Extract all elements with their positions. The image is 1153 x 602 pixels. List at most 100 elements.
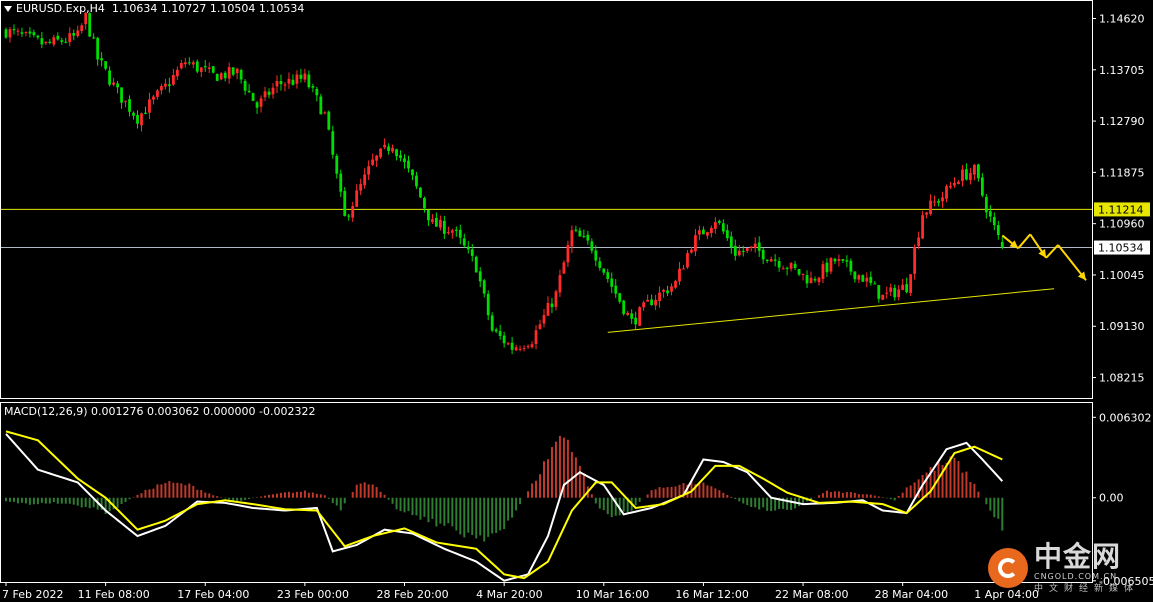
- candle-body: [980, 177, 984, 196]
- candle-body: [865, 277, 869, 282]
- candle-body: [769, 259, 773, 262]
- candle-body: [737, 250, 741, 256]
- candle-body: [996, 225, 1000, 236]
- candle-body: [945, 186, 948, 199]
- candle-body: [873, 283, 877, 285]
- candle-body: [630, 313, 634, 319]
- candle-body: [984, 196, 988, 213]
- candle-body: [578, 230, 582, 237]
- symbol-label: EURUSD.Exp,H4: [16, 2, 105, 15]
- candle-body: [211, 66, 215, 73]
- candle-body: [538, 324, 542, 329]
- ohlc-header: EURUSD.Exp,H4 1.10634 1.10727 1.10504 1.…: [4, 2, 304, 15]
- candle-body: [438, 219, 442, 228]
- candle-body: [821, 264, 825, 279]
- candle-body: [92, 37, 96, 39]
- price-chart[interactable]: 1.14620 1.13705 1.12790 1.11875 1.10960 1.100…: [0, 0, 1153, 602]
- candle-body: [729, 236, 733, 248]
- candle-body: [267, 91, 271, 96]
- candle-body: [474, 256, 478, 273]
- candle-body: [801, 273, 805, 275]
- candle-body: [841, 259, 845, 261]
- candle-body: [674, 280, 677, 288]
- candle-body: [582, 235, 586, 237]
- watermark-domain: CNGOLD.COM.CN: [1033, 572, 1118, 581]
- candle-body: [355, 190, 359, 207]
- resistance-price-label: 1.11214: [1098, 203, 1144, 216]
- candle-body: [502, 335, 506, 344]
- candle-body: [271, 87, 275, 95]
- candle-body: [80, 25, 84, 32]
- price-tick-label: 1.12790: [1099, 115, 1145, 128]
- candle-body: [311, 86, 315, 88]
- candle-body: [363, 174, 367, 186]
- candle-body: [845, 260, 849, 262]
- candle-body: [152, 96, 155, 100]
- candle-body: [315, 88, 319, 96]
- watermark: 中金网 CNGOLD.COM.CN 中文财经新媒体: [987, 542, 1139, 594]
- candle-body: [128, 99, 131, 112]
- time-tick-label: 16 Mar 12:00: [675, 588, 748, 601]
- candle-body: [68, 33, 72, 42]
- candle-body: [442, 220, 446, 234]
- candle-body: [279, 81, 283, 85]
- candle-body: [797, 268, 801, 275]
- candle-body: [303, 73, 307, 80]
- candle-body: [666, 290, 669, 294]
- candle-body: [156, 90, 159, 97]
- candle-body: [929, 200, 932, 215]
- candle-body: [171, 75, 175, 85]
- candle-body: [383, 144, 386, 148]
- candle-body: [953, 182, 956, 186]
- candle-body: [323, 112, 327, 114]
- candle-body: [805, 275, 809, 284]
- candle-body: [961, 169, 964, 181]
- candle-body: [124, 100, 127, 102]
- close-value: 1.10534: [258, 2, 305, 15]
- macd-label: MACD(12,26,9): [4, 405, 88, 418]
- candle-body: [32, 32, 36, 36]
- candle-body: [120, 87, 123, 103]
- candle-body: [419, 187, 422, 198]
- candle-body: [52, 37, 56, 45]
- candle-body: [570, 230, 574, 247]
- candle-body: [761, 249, 765, 260]
- candle-body: [733, 245, 737, 256]
- price-tick-label: 1.11875: [1099, 166, 1145, 179]
- candle-body: [717, 220, 721, 223]
- candle-body: [709, 227, 713, 234]
- candle-body: [542, 315, 546, 324]
- candle-body: [698, 230, 701, 235]
- candle-body: [255, 102, 259, 108]
- candle-body: [231, 67, 235, 75]
- candle-body: [909, 274, 913, 294]
- candle-body: [973, 164, 976, 175]
- candle-body: [183, 62, 187, 65]
- candle-body: [299, 74, 303, 79]
- candle-body: [901, 284, 905, 290]
- candle-body: [175, 69, 179, 77]
- time-tick-label: 7 Feb 2022: [2, 588, 63, 601]
- candle-body: [594, 250, 598, 261]
- current-price-label: 1.10534: [1098, 242, 1144, 255]
- price-tick-label: 1.10960: [1099, 218, 1145, 231]
- candle-body: [857, 275, 861, 280]
- candle-body: [586, 234, 590, 241]
- candle-body: [976, 164, 980, 179]
- candle-body: [399, 155, 402, 158]
- candle-body: [690, 249, 693, 253]
- candle-body: [777, 261, 781, 268]
- candle-body: [287, 78, 291, 84]
- candle-body: [494, 329, 498, 332]
- price-tick-label: 1.13705: [1099, 64, 1145, 77]
- candle-body: [391, 147, 394, 152]
- candle-body: [713, 222, 717, 229]
- candle-body: [351, 205, 355, 218]
- candle-body: [148, 99, 151, 113]
- candle-body: [741, 250, 745, 252]
- candle-body: [618, 293, 622, 302]
- candle-body: [921, 215, 924, 239]
- candle-body: [470, 249, 474, 256]
- candle-body: [662, 289, 665, 292]
- collapse-triangle-icon[interactable]: [4, 6, 12, 12]
